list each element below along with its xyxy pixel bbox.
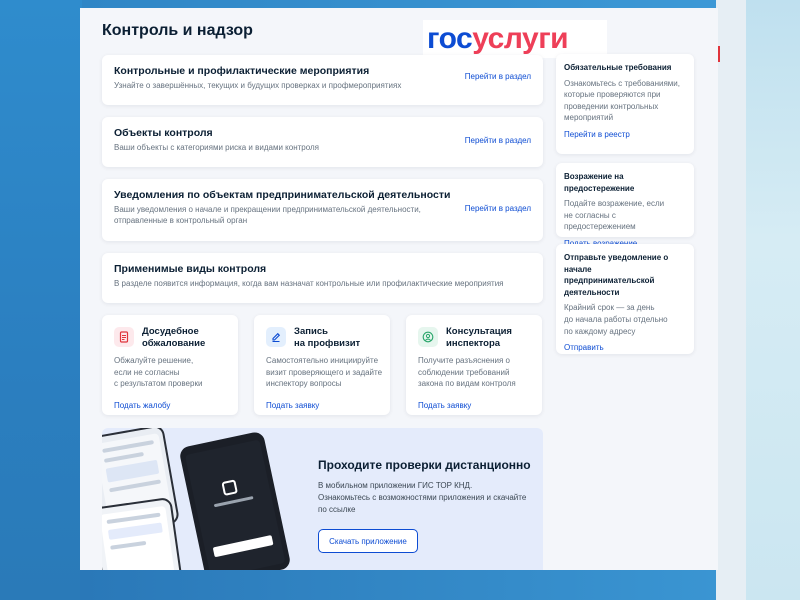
go-to-section-link[interactable]: Перейти в раздел xyxy=(465,204,531,213)
document-icon xyxy=(114,327,134,347)
screen-line xyxy=(213,496,254,508)
screen-line xyxy=(102,440,155,454)
screen-line xyxy=(110,540,147,550)
app-logo-icon xyxy=(221,479,238,496)
service-title: Досудебное обжалование xyxy=(142,326,232,351)
service-desc-line: Самостоятельно инициируйте xyxy=(266,356,379,365)
go-to-registry-link[interactable]: Перейти в реестр xyxy=(564,130,686,139)
section-desc-line: отправленные в контрольный орган xyxy=(114,215,248,225)
logo-part-gos: гос xyxy=(427,22,473,55)
gosuslugi-page: Контроль и надзор гос услуги Контрольные … xyxy=(80,8,718,570)
send-link[interactable]: Отправить xyxy=(564,343,686,352)
sidebar-title-line: предпринимательской xyxy=(564,276,655,286)
phone-screen xyxy=(102,505,177,570)
submit-request-link[interactable]: Подать заявку xyxy=(266,401,319,410)
sidebar-title: Отправьте уведомление о начале предприни… xyxy=(564,252,686,298)
sidebar-title: Обязательные требования xyxy=(564,63,672,72)
service-desc-line: соблюдении требований xyxy=(418,367,510,377)
screen-line xyxy=(103,451,144,463)
service-desc-line: если не согласны xyxy=(114,367,180,377)
service-card-prof-visit[interactable]: Запись на профвизит Самостоятельно иници… xyxy=(254,315,390,415)
service-card-appeal[interactable]: Досудебное обжалование Обжалуйте решение… xyxy=(102,315,238,415)
service-title: Консультация инспектора xyxy=(446,326,536,351)
screen-line xyxy=(109,479,161,493)
sidebar-desc-line: проведении контрольных xyxy=(564,101,659,111)
section-desc: В разделе появится информация, когда вам… xyxy=(114,279,504,288)
service-title-line: инспектора xyxy=(446,338,501,350)
section-card-control-types: Применимые виды контроля В разделе появи… xyxy=(102,253,543,303)
service-desc-line: Обжалуйте решение, xyxy=(114,356,194,365)
service-title-line: Запись xyxy=(294,326,328,337)
service-title-line: обжалование xyxy=(142,338,206,350)
download-app-button[interactable]: Скачать приложение xyxy=(318,529,418,553)
service-title-line: Досудебное xyxy=(142,326,199,337)
sidebar-desc-line: Подайте возражение, если xyxy=(564,199,665,209)
section-title: Применимые виды контроля xyxy=(114,263,267,275)
screen-block xyxy=(107,522,163,540)
service-desc-line: с результатом проверки xyxy=(114,379,203,389)
service-desc-line: визит проверяющего и задайте xyxy=(266,367,383,377)
background-bottom xyxy=(80,570,716,600)
pen-icon xyxy=(266,327,286,347)
service-desc: Получите разъяснения о соблюдении требов… xyxy=(418,355,538,390)
background-left xyxy=(0,0,82,600)
sidebar-desc-line: Ознакомьтесь с требованиями, xyxy=(564,78,680,88)
sidebar-desc-line: не согласны с предостережением xyxy=(564,210,636,232)
sidebar-card-notify-start[interactable]: Отправьте уведомление о начале предприни… xyxy=(556,244,694,354)
service-desc: Самостоятельно инициируйте визит проверя… xyxy=(266,355,386,390)
sidebar-desc: Ознакомьтесь с требованиями, которые про… xyxy=(564,78,686,124)
user-icon xyxy=(418,327,438,347)
sidebar-card-objection[interactable]: Возражение на предостережение Подайте во… xyxy=(556,163,694,248)
submit-request-link[interactable]: Подать заявку xyxy=(418,401,471,410)
promo-desc: В мобильном приложении ГИС ТОР КНД. Озна… xyxy=(318,480,538,516)
service-title-line: Консультация xyxy=(446,326,512,337)
sidebar-card-requirements[interactable]: Обязательные требования Ознакомьтесь с т… xyxy=(556,54,694,154)
sidebar-desc-line: которые проверяются при xyxy=(564,90,661,100)
section-card-events[interactable]: Контрольные и профилактические мероприят… xyxy=(102,55,543,105)
promo-desc-line: В мобильном приложении ГИС ТОР КНД. xyxy=(318,481,473,490)
promo-title: Проходите проверки дистанционно xyxy=(318,458,531,472)
service-desc-line: инспектору вопросы xyxy=(266,379,342,389)
gosuslugi-logo[interactable]: гос услуги xyxy=(423,20,607,58)
section-card-notifications[interactable]: Уведомления по объектам предпринимательс… xyxy=(102,179,543,241)
sidebar-title: Возражение на предостережение xyxy=(564,172,635,193)
service-desc-line: Получите разъяснения о xyxy=(418,356,510,365)
logo-part-uslugi: услуги xyxy=(472,22,569,55)
promo-desc-line: по ссылке xyxy=(318,505,356,514)
sidebar-title-line: Отправьте уведомление о начале xyxy=(564,253,669,274)
section-title: Уведомления по объектам предпринимательс… xyxy=(114,189,451,201)
screen-block xyxy=(105,459,160,483)
sidebar-desc-line: до начала работы отдельно xyxy=(564,314,668,324)
promo-desc-line: Ознакомьтесь с возможностями приложения … xyxy=(318,493,527,502)
sidebar-desc-line: Крайний срок — за день xyxy=(564,303,655,313)
service-card-consultation[interactable]: Консультация инспектора Получите разъясн… xyxy=(406,315,542,415)
app-promo-banner: Проходите проверки дистанционно В мобиль… xyxy=(102,428,543,570)
service-title-line: на профвизит xyxy=(294,338,361,350)
background-strip xyxy=(716,0,746,600)
service-title: Запись на профвизит xyxy=(294,326,384,351)
phone-illustration-front xyxy=(178,430,292,570)
phone-screen xyxy=(184,439,286,570)
screen-button xyxy=(212,535,274,558)
sidebar-desc: Крайний срок — за день до начала работы … xyxy=(564,302,686,337)
sidebar-desc: Подайте возражение, если не согласны с п… xyxy=(564,198,686,233)
phone-illustration-bottom xyxy=(102,496,185,570)
section-desc: Узнайте о завершённых, текущих и будущих… xyxy=(114,81,402,90)
screen-line xyxy=(106,512,161,525)
sidebar-title-line: деятельности xyxy=(564,287,620,297)
service-desc: Обжалуйте решение, если не согласны с ре… xyxy=(114,355,234,390)
page-title: Контроль и надзор xyxy=(102,22,253,39)
service-desc-line: закона по видам контроля xyxy=(418,379,516,389)
sidebar-desc-line: мероприятий xyxy=(564,113,614,123)
sidebar-desc-line: по каждому адресу xyxy=(564,326,636,336)
section-card-objects[interactable]: Объекты контроля Ваши объекты с категори… xyxy=(102,117,543,167)
submit-complaint-link[interactable]: Подать жалобу xyxy=(114,401,170,410)
go-to-section-link[interactable]: Перейти в раздел xyxy=(465,136,531,145)
go-to-section-link[interactable]: Перейти в раздел xyxy=(465,72,531,81)
